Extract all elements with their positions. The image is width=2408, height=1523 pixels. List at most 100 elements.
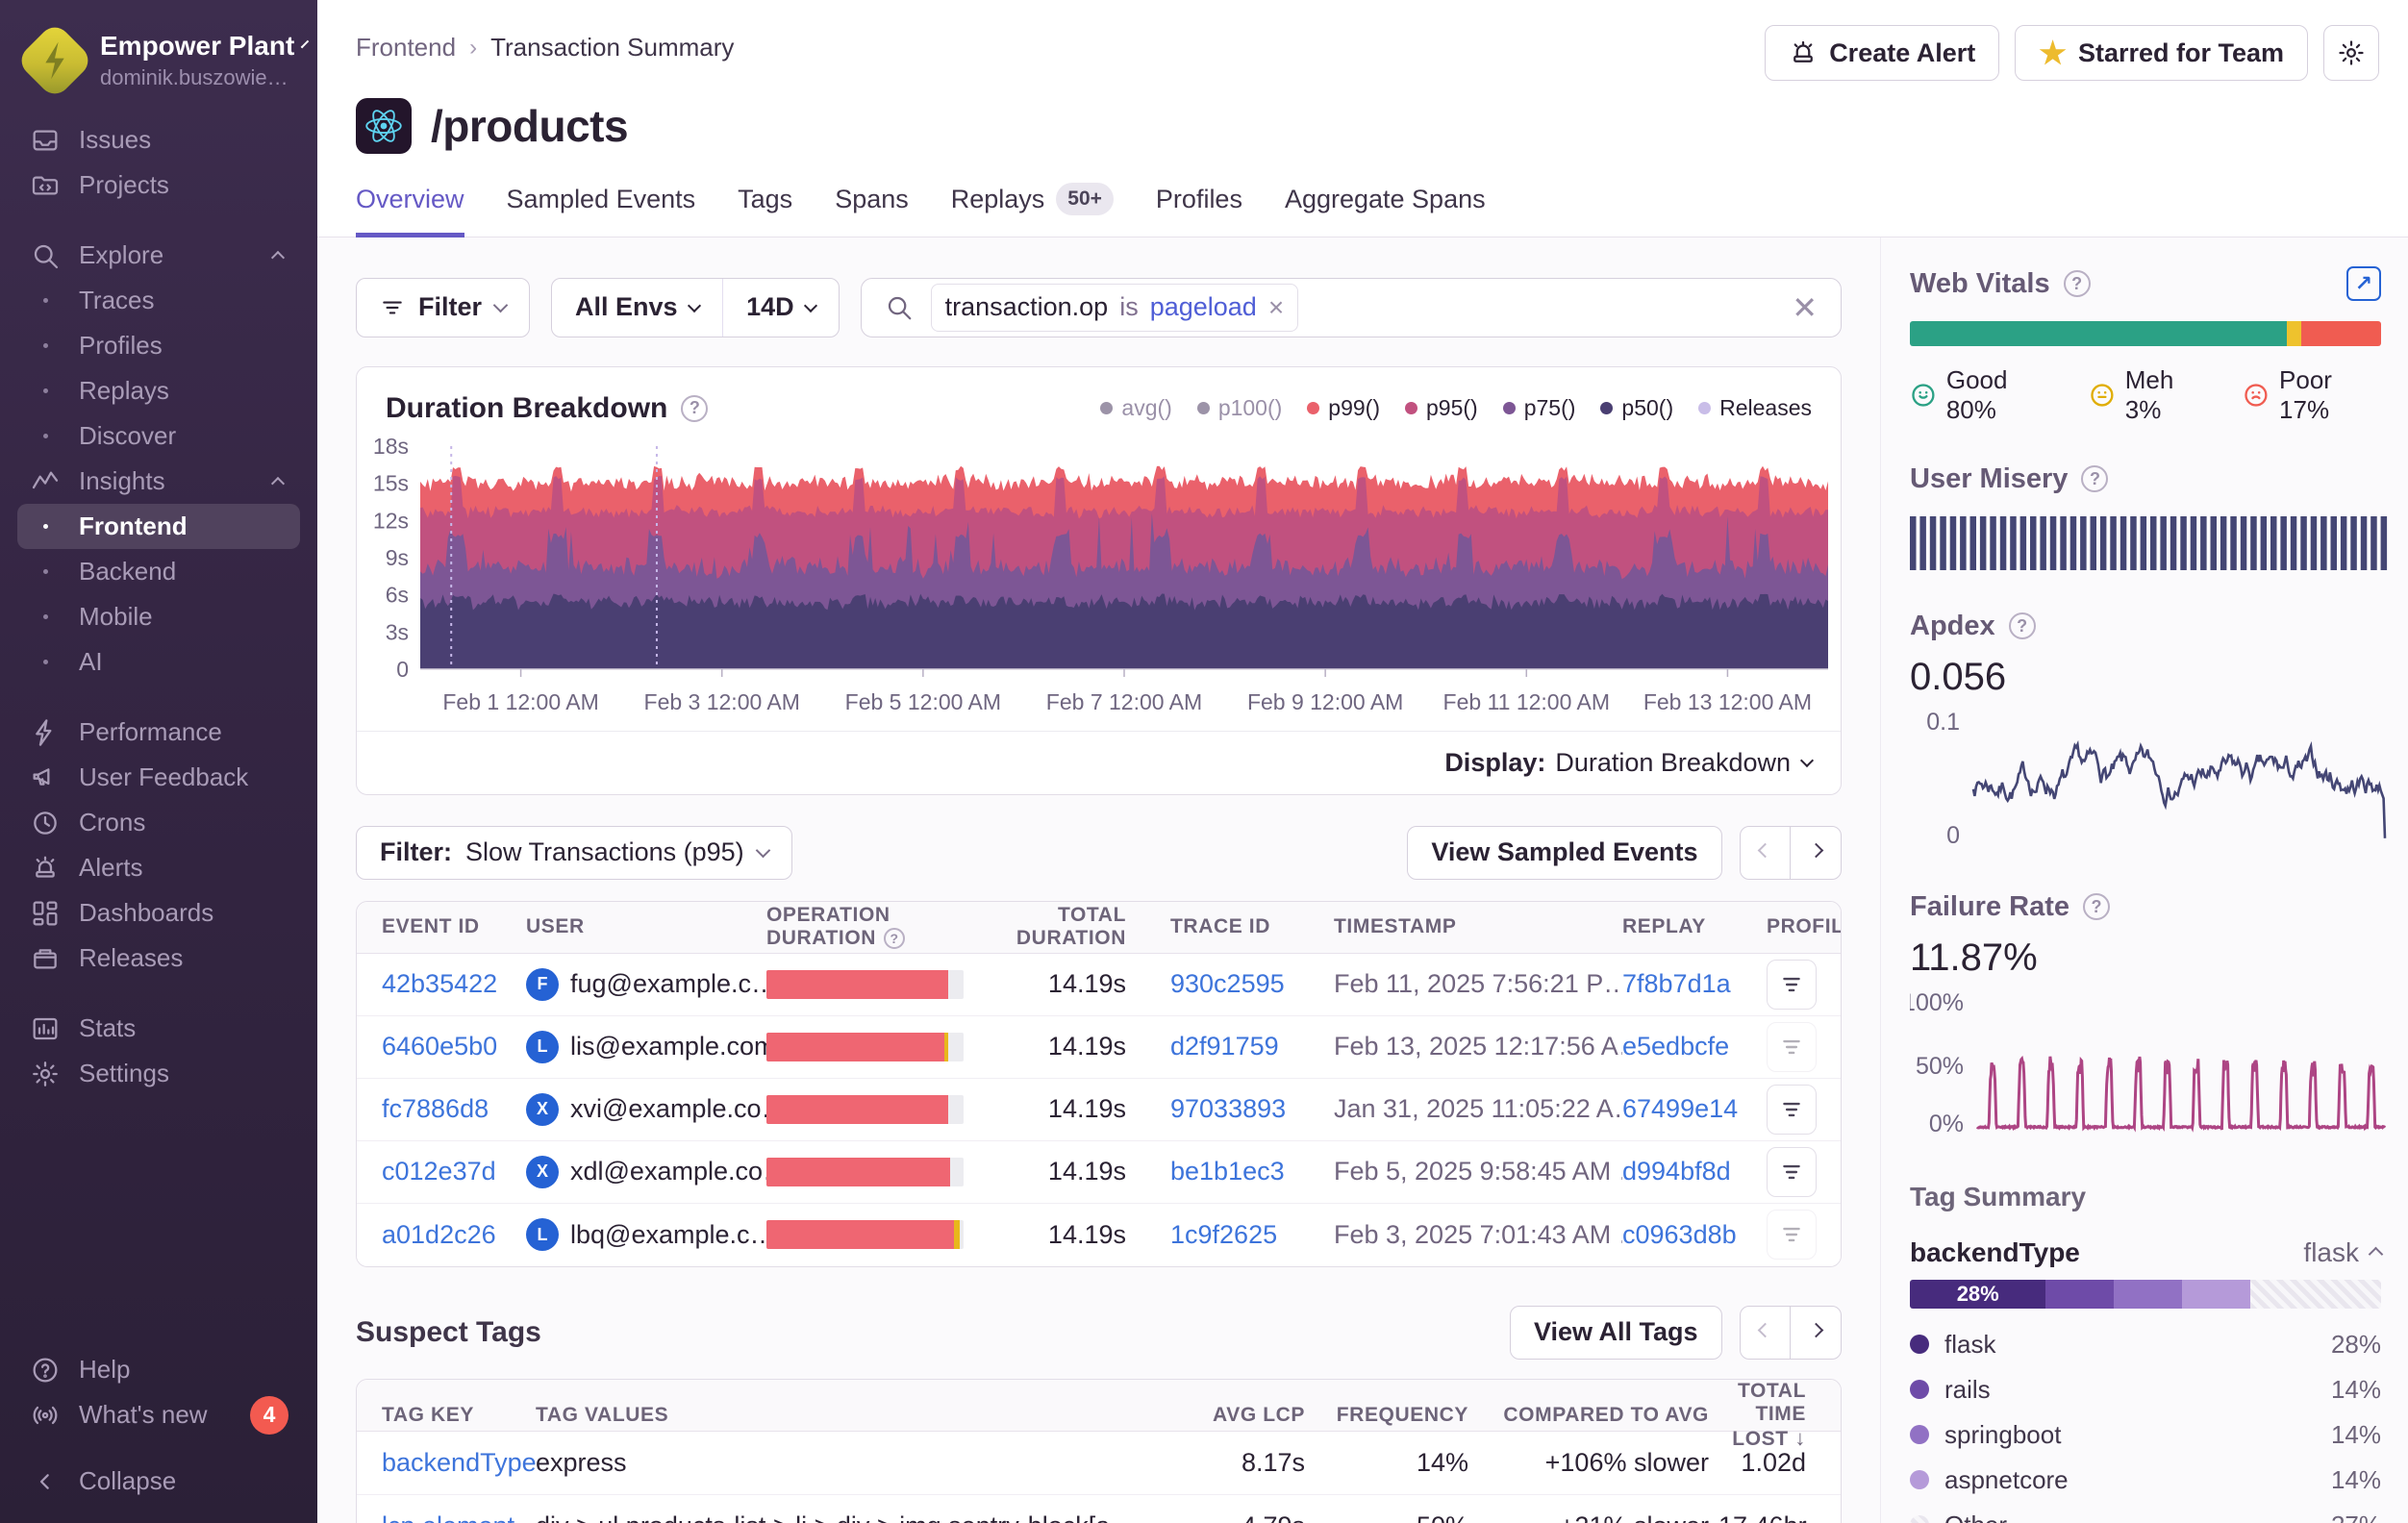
replay-link[interactable]: 7f8b7d1a [1622,969,1767,999]
environment-dropdown[interactable]: All Envs [552,279,722,337]
sidebar-item-traces[interactable]: Traces [17,278,300,323]
sidebar-item-profiles[interactable]: Profiles [17,323,300,368]
legend-item-Releases[interactable]: Releases [1698,395,1812,421]
tab-aggregate-spans[interactable]: Aggregate Spans [1285,183,1486,237]
legend-item-p50[interactable]: p50() [1600,395,1673,421]
sidebar-item-alerts[interactable]: Alerts [17,845,300,890]
help-icon[interactable]: ? [2081,465,2108,492]
sidebar-item-collapse[interactable]: Collapse [17,1459,300,1504]
help-icon[interactable]: ? [2009,612,2036,639]
sidebar-item-replays[interactable]: Replays [17,368,300,413]
prev-page-button[interactable] [1740,1306,1792,1360]
event-id-link[interactable]: c012e37d [382,1157,526,1186]
sidebar-item-user-feedback[interactable]: User Feedback [17,755,300,800]
sidebar-item-issues[interactable]: Issues [17,117,300,162]
legend-item-p75[interactable]: p75() [1503,395,1576,421]
replay-link[interactable]: d994bf8d [1622,1157,1767,1186]
trace-id-link[interactable]: 930c2595 [1170,969,1334,999]
replay-link[interactable]: c0963d8b [1622,1220,1767,1250]
next-page-button[interactable] [1790,1306,1842,1360]
tag-legend-row[interactable]: aspnetcore14% [1910,1458,2381,1503]
breadcrumb-frontend[interactable]: Frontend [356,33,456,62]
sidebar-item-mobile[interactable]: Mobile [17,594,300,639]
help-icon[interactable]: ? [2083,893,2110,920]
date-range-dropdown[interactable]: 14D [723,279,839,337]
tag-legend-row[interactable]: flask28% [1910,1322,2381,1367]
trace-id-link[interactable]: d2f91759 [1170,1032,1334,1061]
search-input[interactable]: transaction.op is pageload × ✕ [861,278,1842,337]
tag-legend-row[interactable]: springboot14% [1910,1412,2381,1458]
help-icon[interactable]: ? [681,395,708,422]
column-header-total-duration: Total Duration [997,904,1170,950]
tag-legend-row[interactable]: rails14% [1910,1367,2381,1412]
tab-spans[interactable]: Spans [835,183,909,237]
tab-tags[interactable]: Tags [738,183,792,237]
event-id-link[interactable]: 6460e5b0 [382,1032,526,1061]
token-remove-icon[interactable]: × [1268,292,1284,323]
tab-overview[interactable]: Overview [356,183,464,237]
sidebar-item-settings[interactable]: Settings [17,1051,300,1096]
display-dropdown[interactable]: Duration Breakdown [1555,748,1812,778]
trace-id-link[interactable]: 97033893 [1170,1094,1334,1124]
sidebar-item-projects[interactable]: Projects [17,162,300,208]
sidebar-item-frontend[interactable]: Frontend [17,504,300,549]
sidebar-item-help[interactable]: Help [17,1347,300,1392]
chevron-down-icon [301,40,309,48]
help-icon[interactable]: ? [884,928,905,949]
web-vitals-legend: Good 80%Meh 3%Poor 17% [1910,365,2381,425]
legend-item-p99[interactable]: p99() [1307,395,1380,421]
help-icon[interactable]: ? [2064,270,2091,297]
profile-button[interactable] [1767,1022,1817,1072]
tag-legend-row[interactable]: Other27% [1910,1503,2381,1523]
view-all-tags-button[interactable]: View All Tags [1510,1306,1722,1360]
profile-button[interactable] [1767,1147,1817,1197]
legend-item-avg[interactable]: avg() [1100,395,1171,421]
sidebar-item-what-s-new[interactable]: What's new4 [17,1392,300,1437]
svg-text:Feb 5 12:00 AM: Feb 5 12:00 AM [844,689,1000,714]
event-id-link[interactable]: fc7886d8 [382,1094,526,1124]
event-id-link[interactable]: 42b35422 [382,969,526,999]
tab-profiles[interactable]: Profiles [1156,183,1242,237]
legend-item-p100[interactable]: p100() [1197,395,1282,421]
sidebar-item-ai[interactable]: AI [17,639,300,685]
replay-link[interactable]: e5edbcfe [1622,1032,1767,1061]
prev-page-button[interactable] [1740,826,1792,880]
starred-for-team-button[interactable]: ★ Starred for Team [2015,25,2308,81]
sidebar-item-stats[interactable]: Stats [17,1006,300,1051]
next-page-button[interactable] [1790,826,1842,880]
sidebar-item-insights[interactable]: Insights [17,459,300,504]
org-switcher[interactable]: Empower Plant dominik.buszowiec... [17,23,300,117]
tag-key-link[interactable]: backendType [382,1448,536,1478]
profile-button[interactable] [1767,1210,1817,1260]
settings-button[interactable] [2323,25,2379,81]
transactions-filter-dropdown[interactable]: Filter: Slow Transactions (p95) [356,826,792,880]
open-in-new-icon[interactable]: ↗ [2346,266,2381,301]
tag-legend-percent: 27% [2331,1511,2381,1523]
profile-button[interactable] [1767,1085,1817,1135]
sidebar-item-crons[interactable]: Crons [17,800,300,845]
trace-id-link[interactable]: 1c9f2625 [1170,1220,1334,1250]
duration-breakdown-chart[interactable]: 03s6s9s12s15s18sFeb 1 12:00 AMFeb 3 12:0… [359,431,1840,731]
sidebar-item-discover[interactable]: Discover [17,413,300,459]
sidebar-item-backend[interactable]: Backend [17,549,300,594]
tab-sampled-events[interactable]: Sampled Events [507,183,696,237]
profile-button[interactable] [1767,960,1817,1010]
replay-link[interactable]: 67499e14 [1622,1094,1767,1124]
event-id-link[interactable]: a01d2c26 [382,1220,526,1250]
view-sampled-events-button[interactable]: View Sampled Events [1407,826,1721,880]
sidebar-item-releases[interactable]: Releases [17,936,300,981]
legend-item-p95[interactable]: p95() [1405,395,1478,421]
tag-key-link[interactable]: lcp.element [382,1511,536,1523]
search-filter-token[interactable]: transaction.op is pageload × [931,284,1299,332]
search-clear-icon[interactable]: ✕ [1792,289,1818,326]
sidebar-item-performance[interactable]: Performance [17,710,300,755]
column-header-total-time-lost[interactable]: Total Time Lost ↓ [1718,1380,1816,1451]
tab-replays[interactable]: Replays50+ [951,183,1114,237]
filter-dropdown[interactable]: Filter [356,278,530,337]
create-alert-button[interactable]: Create Alert [1765,25,1999,81]
sidebar-item-dashboards[interactable]: Dashboards [17,890,300,936]
trace-id-link[interactable]: be1b1ec3 [1170,1157,1334,1186]
sidebar-item-explore[interactable]: Explore [17,233,300,278]
tag-group-value-dropdown[interactable]: flask [2303,1237,2381,1268]
sidebar-item-label: Profiles [79,331,163,361]
